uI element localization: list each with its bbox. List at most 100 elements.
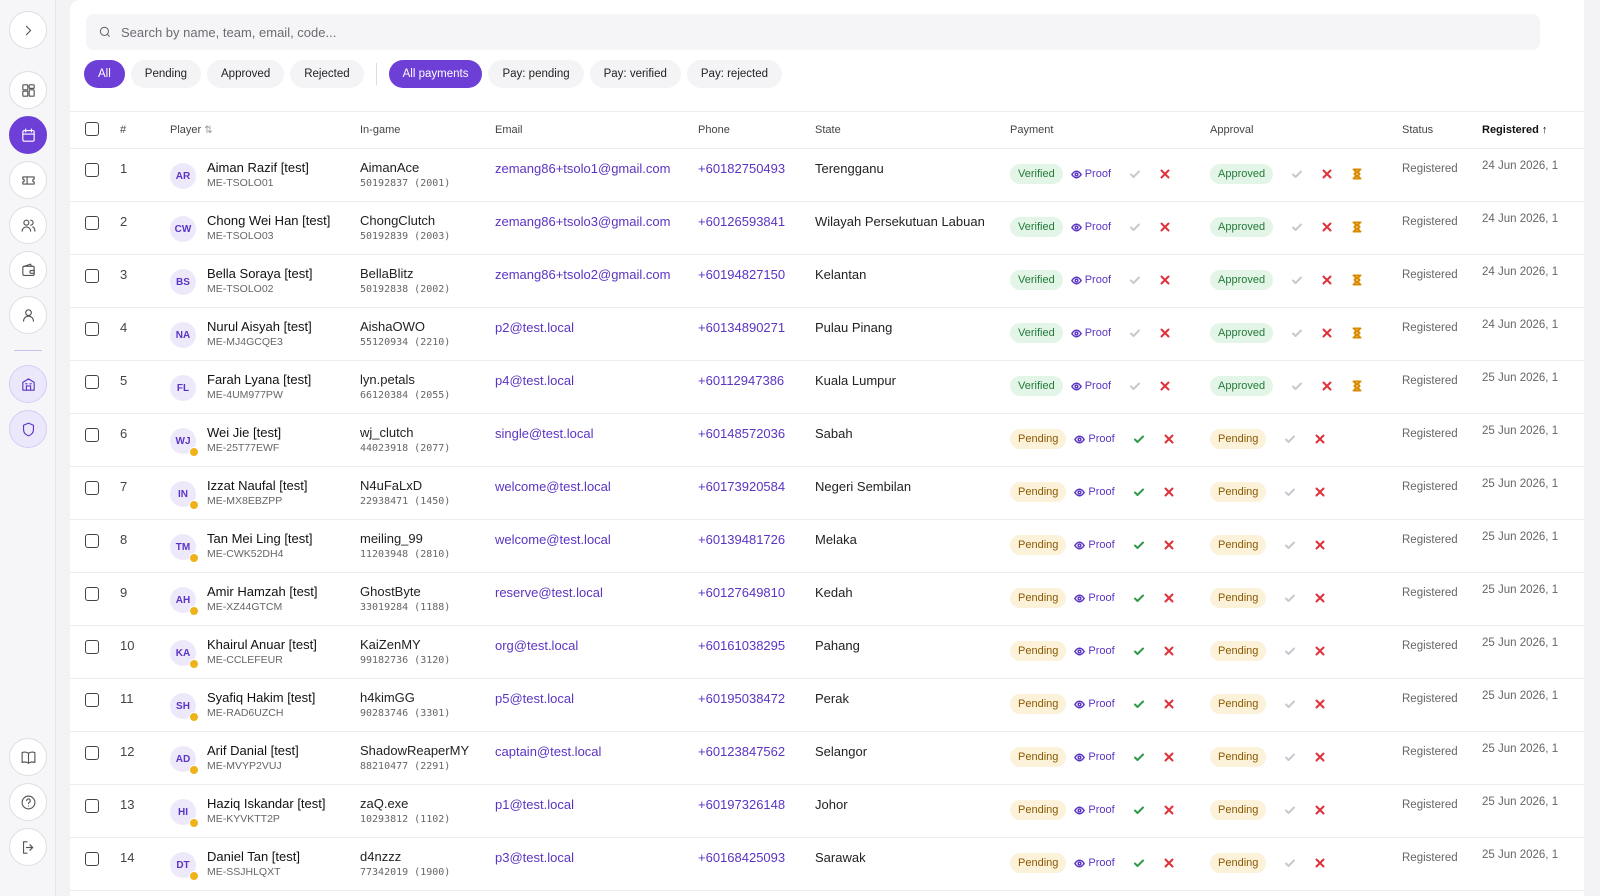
table-row[interactable]: 7 IN Izzat Naufal [test] ME-MX8EBZPP N4uFaLx… (70, 466, 1584, 520)
view-proof-link[interactable]: Proof (1074, 804, 1115, 816)
phone-link[interactable]: +60182750493 (698, 161, 815, 176)
approve-check-icon[interactable] (1284, 433, 1296, 445)
nav-tickets-button[interactable] (9, 161, 47, 199)
table-row[interactable]: 10 KA Khairul Anuar [test] ME-CCLEFEUR KaiZe… (70, 625, 1584, 679)
view-proof-link[interactable]: Proof (1074, 857, 1115, 869)
reject-payment-x-icon[interactable] (1159, 274, 1171, 286)
verify-payment-check-icon[interactable] (1133, 857, 1145, 869)
view-proof-link[interactable]: Proof (1070, 274, 1111, 286)
row-checkbox[interactable] (85, 322, 99, 336)
phone-link[interactable]: +60161038295 (698, 638, 815, 653)
approve-check-icon[interactable] (1291, 327, 1303, 339)
row-checkbox[interactable] (85, 428, 99, 442)
email-link[interactable]: org@test.local (495, 638, 698, 653)
filter-pay-verified[interactable]: Pay: verified (589, 60, 681, 88)
phone-link[interactable]: +60127649810 (698, 585, 815, 600)
view-proof-link[interactable]: Proof (1074, 433, 1115, 445)
registered-header[interactable]: Registered ↑ (1482, 111, 1584, 149)
view-proof-link[interactable]: Proof (1074, 698, 1115, 710)
email-link[interactable]: zemang86+tsolo3@gmail.com (495, 214, 698, 229)
reject-x-icon[interactable] (1321, 274, 1333, 286)
table-row[interactable]: 4 NA Nurul Aisyah [test] ME-MJ4GCQE3 AishaOW… (70, 307, 1584, 361)
verify-payment-check-icon[interactable] (1133, 645, 1145, 657)
phone-link[interactable]: +60134890271 (698, 320, 815, 335)
reject-x-icon[interactable] (1314, 804, 1326, 816)
filter-all[interactable]: All (84, 60, 125, 88)
nav-organizer-button[interactable] (9, 365, 47, 403)
row-checkbox[interactable] (85, 799, 99, 813)
row-checkbox[interactable] (85, 375, 99, 389)
verify-payment-check-icon[interactable] (1129, 327, 1141, 339)
reject-x-icon[interactable] (1314, 645, 1326, 657)
verify-payment-check-icon[interactable] (1129, 221, 1141, 233)
table-row[interactable]: 13 HI Haziq Iskandar [test] ME-KYVKTT2P zaQ.… (70, 784, 1584, 838)
phone-link[interactable]: +60148572036 (698, 426, 815, 441)
view-proof-link[interactable]: Proof (1070, 380, 1111, 392)
reject-x-icon[interactable] (1321, 327, 1333, 339)
verify-payment-check-icon[interactable] (1129, 274, 1141, 286)
approve-check-icon[interactable] (1284, 539, 1296, 551)
approve-check-icon[interactable] (1284, 751, 1296, 763)
phone-link[interactable]: +60123847562 (698, 744, 815, 759)
table-row[interactable]: 6 WJ Wei Jie [test] ME-25T77EWF wj_clutch 440… (70, 413, 1584, 467)
select-all-checkbox[interactable] (85, 121, 99, 136)
verify-payment-check-icon[interactable] (1133, 698, 1145, 710)
row-checkbox[interactable] (85, 216, 99, 230)
email-link[interactable]: welcome@test.local (495, 532, 698, 547)
verify-payment-check-icon[interactable] (1133, 433, 1145, 445)
approve-check-icon[interactable] (1291, 168, 1303, 180)
filter-approved[interactable]: Approved (207, 60, 285, 88)
filter-rejected[interactable]: Rejected (290, 60, 364, 88)
email-link[interactable]: p5@test.local (495, 691, 698, 706)
phone-link[interactable]: +60112947386 (698, 373, 815, 388)
hourglass-icon[interactable] (1351, 327, 1363, 339)
row-checkbox[interactable] (85, 640, 99, 654)
table-row[interactable]: 3 BS Bella Soraya [test] ME-TSOLO02 BellaBli… (70, 254, 1584, 308)
reject-payment-x-icon[interactable] (1159, 380, 1171, 392)
search-input[interactable] (121, 24, 1521, 40)
view-proof-link[interactable]: Proof (1074, 592, 1115, 604)
reject-x-icon[interactable] (1314, 857, 1326, 869)
email-link[interactable]: welcome@test.local (495, 479, 698, 494)
table-row[interactable]: 8 TM Tan Mei Ling [test] ME-CWK52DH4 meiling… (70, 519, 1584, 573)
approve-check-icon[interactable] (1291, 221, 1303, 233)
row-checkbox[interactable] (85, 534, 99, 548)
reject-x-icon[interactable] (1314, 486, 1326, 498)
docs-button[interactable] (9, 738, 47, 776)
filter-pay-pending[interactable]: Pay: pending (488, 60, 584, 88)
logout-button[interactable] (9, 828, 47, 866)
approve-check-icon[interactable] (1284, 645, 1296, 657)
approve-check-icon[interactable] (1284, 804, 1296, 816)
view-proof-link[interactable]: Proof (1070, 168, 1111, 180)
view-proof-link[interactable]: Proof (1074, 486, 1115, 498)
hourglass-icon[interactable] (1351, 221, 1363, 233)
filter-pay-rejected[interactable]: Pay: rejected (686, 60, 783, 88)
reject-x-icon[interactable] (1314, 751, 1326, 763)
row-checkbox[interactable] (85, 746, 99, 760)
table-row[interactable]: 5 FL Farah Lyana [test] ME-4UM977PW lyn.peta… (70, 360, 1584, 414)
phone-link[interactable]: +60168425093 (698, 850, 815, 865)
reject-x-icon[interactable] (1314, 698, 1326, 710)
hourglass-icon[interactable] (1351, 168, 1363, 180)
table-row[interactable]: 9 AH Amir Hamzah [test] ME-XZ44GTCM GhostByt… (70, 572, 1584, 626)
email-link[interactable]: single@test.local (495, 426, 698, 441)
reject-payment-x-icon[interactable] (1159, 168, 1171, 180)
reject-payment-x-icon[interactable] (1163, 433, 1175, 445)
reject-payment-x-icon[interactable] (1159, 221, 1171, 233)
phone-link[interactable]: +60139481726 (698, 532, 815, 547)
approve-check-icon[interactable] (1284, 592, 1296, 604)
row-checkbox[interactable] (85, 269, 99, 283)
row-checkbox[interactable] (85, 693, 99, 707)
reject-payment-x-icon[interactable] (1163, 857, 1175, 869)
reject-payment-x-icon[interactable] (1163, 698, 1175, 710)
verify-payment-check-icon[interactable] (1133, 592, 1145, 604)
view-proof-link[interactable]: Proof (1070, 221, 1111, 233)
verify-payment-check-icon[interactable] (1133, 804, 1145, 816)
email-link[interactable]: zemang86+tsolo1@gmail.com (495, 161, 698, 176)
email-link[interactable]: captain@test.local (495, 744, 698, 759)
reject-x-icon[interactable] (1321, 221, 1333, 233)
filter-pending[interactable]: Pending (130, 60, 201, 88)
approve-check-icon[interactable] (1284, 698, 1296, 710)
hourglass-icon[interactable] (1351, 380, 1363, 392)
reject-payment-x-icon[interactable] (1163, 645, 1175, 657)
